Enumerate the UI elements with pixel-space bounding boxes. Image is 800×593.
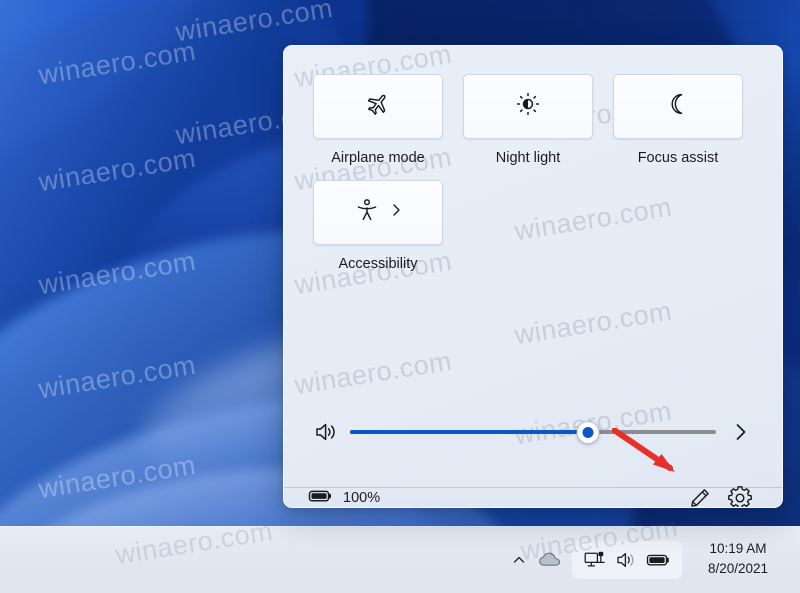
volume-slider[interactable] [350, 419, 716, 445]
quick-setting-accessibility[interactable] [313, 180, 443, 245]
tile-row: Airplane mode Night light Focus assist [313, 74, 752, 166]
battery-icon[interactable] [644, 546, 674, 574]
clock-date: 8/20/2021 [707, 561, 769, 576]
speaker-icon[interactable] [612, 546, 642, 574]
tile-row: Accessibility [313, 180, 752, 272]
volume-slider-row [284, 406, 782, 458]
system-tray [504, 540, 682, 580]
pencil-edit-icon[interactable] [680, 480, 720, 508]
quick-setting-airplane-mode[interactable] [313, 74, 443, 139]
quick-setting-label: Airplane mode [331, 150, 425, 166]
quick-setting-night-light[interactable] [463, 74, 593, 139]
cloud-icon[interactable] [534, 540, 568, 580]
tile-cell-focus-assist: Focus assist [613, 74, 743, 166]
taskbar-clock[interactable]: 10:19 AM 8/20/2021 [688, 539, 788, 579]
gear-settings-icon[interactable] [720, 480, 760, 507]
quick-setting-label: Night light [495, 150, 561, 166]
tray-icon-group [572, 541, 682, 579]
tile-cell-accessibility: Accessibility [313, 180, 443, 272]
volume-slider-fill [350, 430, 588, 434]
show-hidden-icons-button[interactable] [504, 540, 534, 580]
quick-settings-tiles: Airplane mode Night light Focus assist A… [284, 46, 782, 286]
screen: winaero.com winaero.com winaero.com wina… [0, 0, 800, 593]
airplane-icon [365, 91, 391, 122]
sun-icon [515, 91, 541, 122]
speaker-volume-icon[interactable] [310, 420, 346, 444]
battery-status: 100% [308, 486, 381, 508]
accessibility-person-icon [354, 197, 380, 228]
quick-setting-label: Focus assist [637, 150, 719, 166]
volume-slider-thumb[interactable] [576, 420, 600, 444]
tile-cell-night-light: Night light [463, 74, 593, 166]
tile-cell-airplane-mode: Airplane mode [313, 74, 443, 166]
quick-settings-panel: winaero.com winaero.com winaero.com wina… [283, 45, 783, 508]
taskbar: 10:19 AM 8/20/2021 [0, 526, 800, 593]
watermark: winaero.com [512, 295, 674, 351]
network-monitor-icon[interactable] [580, 546, 610, 574]
quick-setting-label: Accessibility [338, 256, 418, 272]
quick-settings-footer: 100% [284, 485, 782, 508]
quick-setting-focus-assist[interactable] [613, 74, 743, 139]
battery-percent-label: 100% [343, 489, 381, 506]
watermark: winaero.com [292, 345, 454, 401]
moon-icon [665, 91, 691, 122]
chevron-right-icon [390, 202, 403, 223]
battery-full-icon [308, 486, 334, 508]
volume-expand-chevron-right-icon[interactable] [724, 420, 758, 444]
clock-time: 10:19 AM [709, 541, 767, 556]
